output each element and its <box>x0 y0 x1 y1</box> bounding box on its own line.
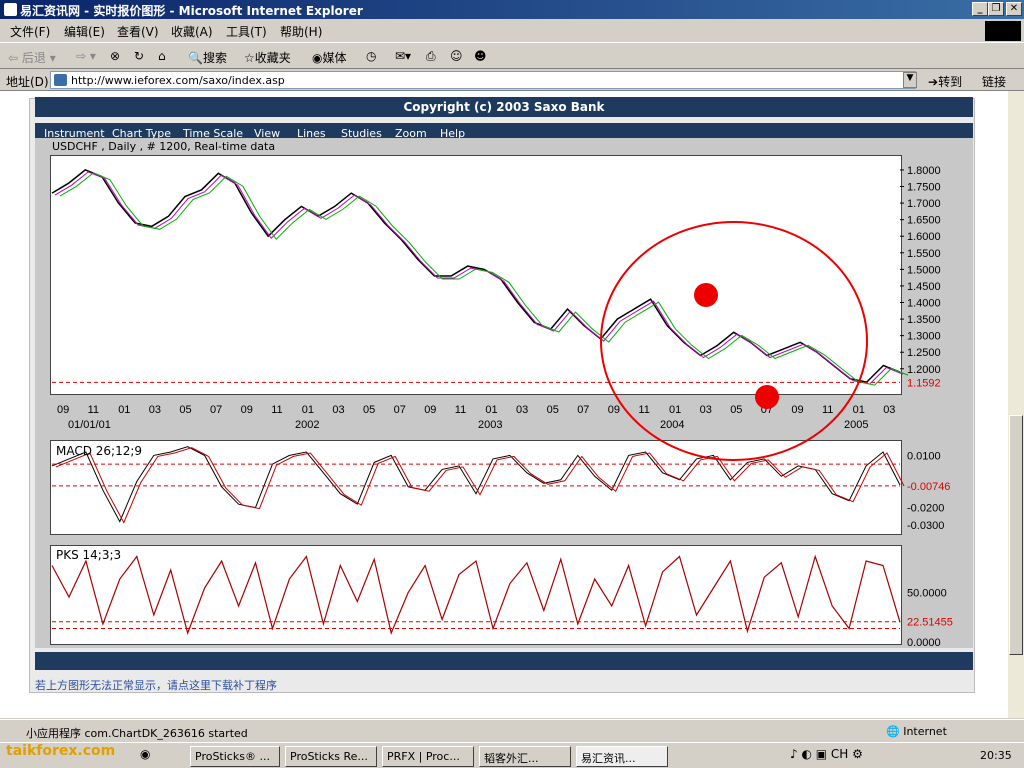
year-tick-label: 2002 <box>295 419 319 431</box>
month-tick-label: 11 <box>88 404 99 416</box>
month-tick-label: 09 <box>57 404 69 416</box>
pks-y-label: 50.0000 <box>907 588 947 600</box>
month-tick-label: 03 <box>516 404 528 416</box>
price-y-tick-label: 1.2000 <box>907 364 941 376</box>
tray-icons: ♪ ◐ ▣ CH ⚙ <box>790 747 863 761</box>
year-tick-label: 2005 <box>844 419 868 431</box>
internet-zone: 🌐 Internet <box>886 725 947 738</box>
price-y-tick-label: 1.7500 <box>907 182 941 194</box>
pks-last-label: 22.51455 <box>907 617 953 629</box>
month-tick-label: 03 <box>332 404 344 416</box>
month-tick-label: 01 <box>485 404 497 416</box>
month-tick-label: 01 <box>118 404 130 416</box>
macd-y-label: -0.0300 <box>907 520 944 532</box>
year-tick-label: 01/01/01 <box>68 419 111 431</box>
clock: 20:35 <box>980 749 1012 762</box>
month-tick-label: 11 <box>638 404 649 416</box>
month-tick-label: 03 <box>700 404 712 416</box>
annotation-dot <box>694 283 718 307</box>
month-tick-label: 09 <box>791 404 803 416</box>
year-tick-label: 2003 <box>478 419 502 431</box>
month-tick-label: 11 <box>271 404 282 416</box>
price-y-tick-label: 1.7000 <box>907 198 941 210</box>
task-prosticks-2[interactable]: ProSticks Re... <box>285 746 377 767</box>
month-tick-label: 01 <box>302 404 314 416</box>
macd-y-label: 0.0100 <box>907 450 941 462</box>
price-y-tick-label: 1.5000 <box>907 264 941 276</box>
macd-label: MACD 26;12;9 <box>56 444 143 458</box>
pks-label: PKS 14;3;3 <box>56 548 122 562</box>
patch-download-link[interactable]: 若上方图形无法正常显示，请点这里下载补丁程序 <box>35 677 277 693</box>
last-price-label: 1.1592 <box>907 377 941 389</box>
month-tick-label: 07 <box>394 404 406 416</box>
quicklaunch-icon[interactable]: ◉ <box>140 747 150 761</box>
zone-label: Internet <box>903 725 947 738</box>
month-tick-label: 05 <box>547 404 559 416</box>
price-y-tick-label: 1.8000 <box>907 165 941 177</box>
watermark-logo: taikforex.com <box>6 743 116 759</box>
macd-y-label: -0.0200 <box>907 503 944 515</box>
month-tick-label: 09 <box>608 404 620 416</box>
status-text: 小应用程序 com.ChartDK_263616 started <box>26 727 248 740</box>
macd-last-label: -0.00746 <box>907 481 950 493</box>
status-bar: 小应用程序 com.ChartDK_263616 started 🌐 Inter… <box>0 719 1024 742</box>
taskbar: taikforex.com ◉ ProSticks® ... ProSticks… <box>0 742 1024 768</box>
price-series-line <box>51 169 901 383</box>
price-y-tick-label: 1.3500 <box>907 314 941 326</box>
annotation-dot <box>755 385 779 409</box>
price-y-tick-label: 1.3000 <box>907 331 941 343</box>
price-y-tick-label: 1.6000 <box>907 231 941 243</box>
month-tick-label: 03 <box>149 404 161 416</box>
month-tick-label: 07 <box>577 404 589 416</box>
task-taikforex[interactable]: 韬客外汇... <box>479 746 571 767</box>
pks-y-label: 0.0000 <box>907 637 941 649</box>
task-prfx[interactable]: PRFX | Proc... <box>382 746 474 767</box>
chart-bottom-bar <box>35 652 973 670</box>
price-y-tick-label: 1.4000 <box>907 298 941 310</box>
month-tick-label: 11 <box>822 404 833 416</box>
month-tick-label: 11 <box>455 404 466 416</box>
task-ieforex[interactable]: 易汇资讯... <box>576 746 668 767</box>
macd-line <box>51 446 901 523</box>
price-y-tick-label: 1.6500 <box>907 215 941 227</box>
month-tick-label: 01 <box>669 404 681 416</box>
month-tick-label: 05 <box>730 404 742 416</box>
month-tick-label: 03 <box>883 404 895 416</box>
month-tick-label: 05 <box>363 404 375 416</box>
year-tick-label: 2004 <box>660 419 684 431</box>
month-tick-label: 07 <box>210 404 222 416</box>
month-tick-label: 09 <box>241 404 253 416</box>
price-y-tick-label: 1.2500 <box>907 347 941 359</box>
month-tick-label: 09 <box>424 404 436 416</box>
price-y-tick-label: 1.4500 <box>907 281 941 293</box>
price-y-tick-label: 1.5500 <box>907 248 941 260</box>
month-tick-label: 01 <box>853 404 865 416</box>
task-prosticks-1[interactable]: ProSticks® ... <box>190 746 280 767</box>
month-tick-label: 05 <box>179 404 191 416</box>
